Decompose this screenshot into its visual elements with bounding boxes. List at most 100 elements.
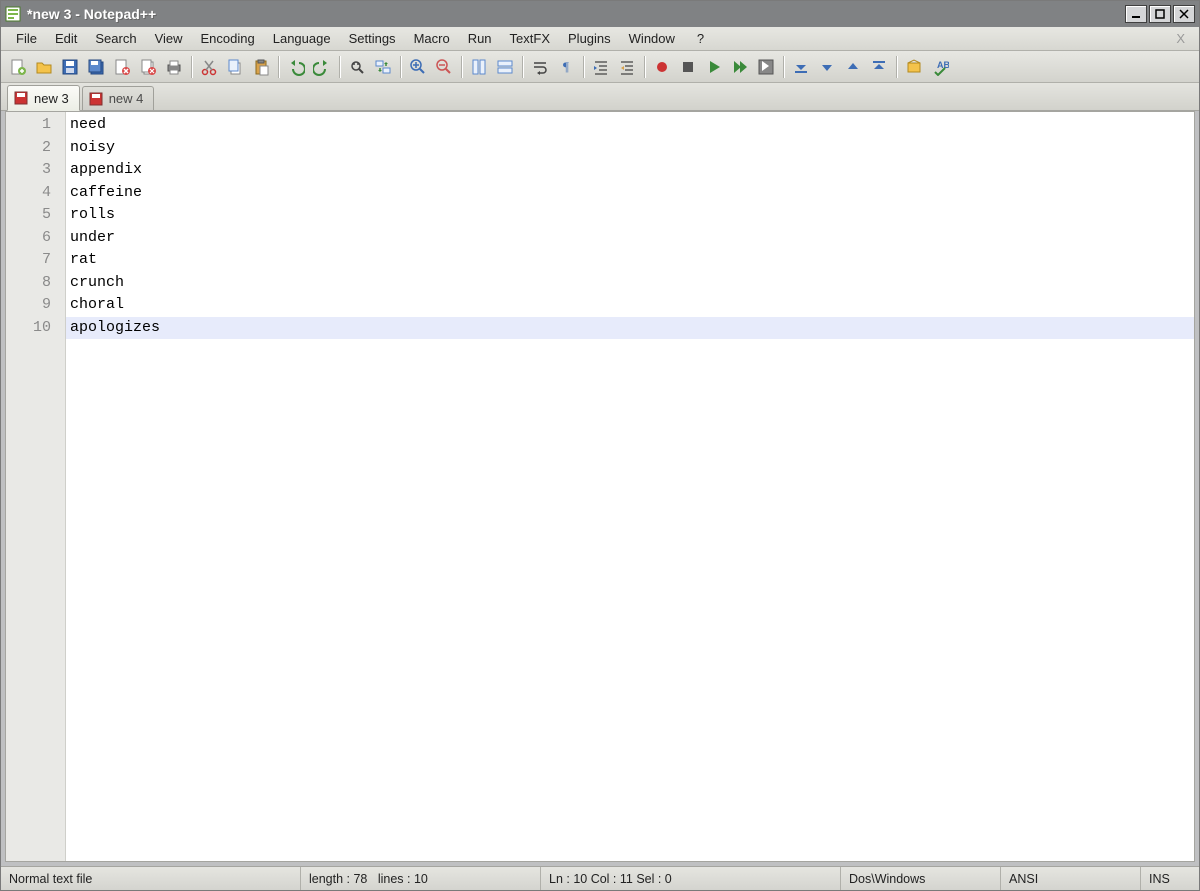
- line-number: 4: [6, 182, 65, 205]
- status-encoding: ANSI: [1001, 867, 1141, 890]
- save-all-icon[interactable]: [83, 54, 109, 80]
- text-line[interactable]: appendix: [66, 159, 1194, 182]
- line-number: 2: [6, 137, 65, 160]
- menu-plugins[interactable]: Plugins: [559, 29, 620, 48]
- toolbar-separator: [191, 56, 192, 78]
- line-number: 5: [6, 204, 65, 227]
- titlebar: *new 3 - Notepad++: [1, 1, 1199, 27]
- menu-macro[interactable]: Macro: [405, 29, 459, 48]
- undo-icon[interactable]: [283, 54, 309, 80]
- window-controls: [1123, 5, 1195, 23]
- wordwrap-icon[interactable]: [527, 54, 553, 80]
- mdi-close-icon[interactable]: X: [1168, 29, 1193, 48]
- tabbar: new 3 new 4: [1, 83, 1199, 111]
- show-all-icon[interactable]: ¶: [553, 54, 579, 80]
- func-down-icon[interactable]: [840, 54, 866, 80]
- new-file-icon[interactable]: [5, 54, 31, 80]
- play-multi-icon[interactable]: [727, 54, 753, 80]
- find-icon[interactable]: [344, 54, 370, 80]
- zoom-in-icon[interactable]: [405, 54, 431, 80]
- status-length: length : 78 lines : 10: [301, 867, 541, 890]
- toolbar-separator: [896, 56, 897, 78]
- text-line[interactable]: under: [66, 227, 1194, 250]
- menu-run[interactable]: Run: [459, 29, 501, 48]
- svg-text:ABC: ABC: [937, 60, 949, 70]
- close-icon[interactable]: [109, 54, 135, 80]
- line-number: 6: [6, 227, 65, 250]
- zoom-out-icon[interactable]: [431, 54, 457, 80]
- minimize-button[interactable]: [1125, 5, 1147, 23]
- text-area[interactable]: neednoisyappendixcaffeinerollsunderratcr…: [66, 112, 1194, 861]
- print-icon[interactable]: [161, 54, 187, 80]
- menu-textfx[interactable]: TextFX: [501, 29, 559, 48]
- toolbar-separator: [783, 56, 784, 78]
- text-line[interactable]: rat: [66, 249, 1194, 272]
- menu-settings[interactable]: Settings: [340, 29, 405, 48]
- menu-file[interactable]: File: [7, 29, 46, 48]
- toolbar: ¶ ABC: [1, 51, 1199, 83]
- menu-encoding[interactable]: Encoding: [192, 29, 264, 48]
- text-line[interactable]: noisy: [66, 137, 1194, 160]
- cut-icon[interactable]: [196, 54, 222, 80]
- menu-help[interactable]: ?: [688, 29, 713, 48]
- line-number: 9: [6, 294, 65, 317]
- toolbar-separator: [339, 56, 340, 78]
- spellcheck-icon[interactable]: ABC: [927, 54, 953, 80]
- text-line[interactable]: caffeine: [66, 182, 1194, 205]
- outdent-icon[interactable]: [614, 54, 640, 80]
- status-position: Ln : 10 Col : 11 Sel : 0: [541, 867, 841, 890]
- file-dirty-icon: [89, 92, 103, 106]
- sync-v-icon[interactable]: [466, 54, 492, 80]
- record-macro-icon[interactable]: [649, 54, 675, 80]
- func-end-icon[interactable]: [866, 54, 892, 80]
- svg-text:¶: ¶: [563, 59, 569, 74]
- text-line[interactable]: crunch: [66, 272, 1194, 295]
- func-up-icon[interactable]: [814, 54, 840, 80]
- editor: 12345678910 neednoisyappendixcaffeinerol…: [5, 111, 1195, 862]
- file-dirty-icon: [14, 91, 28, 105]
- save-macro-icon[interactable]: [753, 54, 779, 80]
- play-macro-icon[interactable]: [701, 54, 727, 80]
- paste-icon[interactable]: [248, 54, 274, 80]
- text-line[interactable]: need: [66, 114, 1194, 137]
- open-file-icon[interactable]: [31, 54, 57, 80]
- status-mode: INS: [1141, 867, 1199, 890]
- app-icon: [5, 6, 21, 22]
- preferences-icon[interactable]: [901, 54, 927, 80]
- tab-new-4[interactable]: new 4: [82, 86, 155, 110]
- copy-icon[interactable]: [222, 54, 248, 80]
- menu-language[interactable]: Language: [264, 29, 340, 48]
- tab-label: new 3: [34, 91, 69, 106]
- menu-search[interactable]: Search: [86, 29, 145, 48]
- status-filetype: Normal text file: [1, 867, 301, 890]
- redo-icon[interactable]: [309, 54, 335, 80]
- text-line[interactable]: apologizes: [66, 317, 1194, 340]
- maximize-button[interactable]: [1149, 5, 1171, 23]
- line-number-gutter: 12345678910: [6, 112, 66, 861]
- text-line[interactable]: choral: [66, 294, 1194, 317]
- menu-window[interactable]: Window: [620, 29, 684, 48]
- window-title: *new 3 - Notepad++: [27, 6, 1123, 22]
- save-icon[interactable]: [57, 54, 83, 80]
- menu-edit[interactable]: Edit: [46, 29, 86, 48]
- toolbar-separator: [583, 56, 584, 78]
- text-line[interactable]: rolls: [66, 204, 1194, 227]
- indent-icon[interactable]: [588, 54, 614, 80]
- line-number: 7: [6, 249, 65, 272]
- sync-h-icon[interactable]: [492, 54, 518, 80]
- line-number: 3: [6, 159, 65, 182]
- menu-view[interactable]: View: [146, 29, 192, 48]
- tab-label: new 4: [109, 91, 144, 106]
- toolbar-separator: [522, 56, 523, 78]
- status-eol: Dos\Windows: [841, 867, 1001, 890]
- line-number: 1: [6, 114, 65, 137]
- replace-icon[interactable]: [370, 54, 396, 80]
- tab-new-3[interactable]: new 3: [7, 85, 80, 111]
- close-all-icon[interactable]: [135, 54, 161, 80]
- close-window-button[interactable]: [1173, 5, 1195, 23]
- toolbar-separator: [644, 56, 645, 78]
- func-start-icon[interactable]: [788, 54, 814, 80]
- toolbar-separator: [461, 56, 462, 78]
- stop-macro-icon[interactable]: [675, 54, 701, 80]
- statusbar: Normal text file length : 78 lines : 10 …: [1, 866, 1199, 890]
